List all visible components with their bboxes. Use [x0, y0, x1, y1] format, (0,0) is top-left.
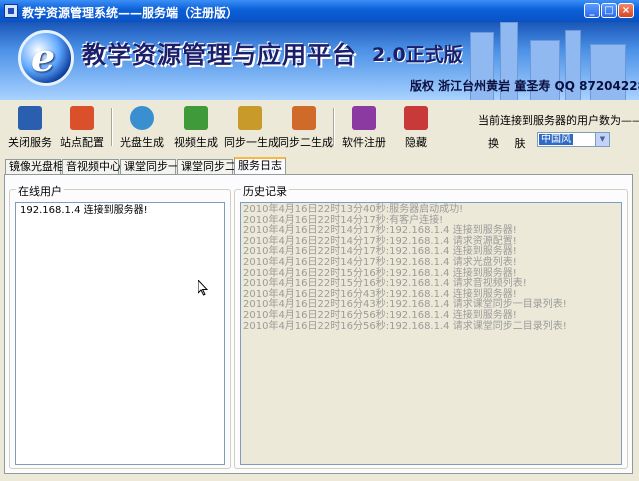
banner-title: 教学资源管理与应用平台: [82, 41, 357, 69]
site-config-button[interactable]: 站点配置: [56, 106, 108, 150]
online-users-group: 在线用户 192.168.1.4 连接到服务器!: [9, 183, 231, 469]
register-button[interactable]: 软件注册: [338, 106, 390, 150]
list-item: 2010年4月16日22时14分17秒:192.168.1.4 请求光盘列表!: [243, 256, 517, 268]
list-item: 2010年4月16日22时16分56秒:192.168.1.4 连接到服务器!: [243, 309, 517, 321]
stop-service-button[interactable]: 关闭服务: [4, 106, 56, 150]
tab-mirror-disc[interactable]: 镜像光盘柜: [5, 159, 64, 174]
app-icon[interactable]: [4, 4, 18, 18]
banner-version: 2.0正式版: [372, 44, 463, 66]
mouse-cursor-icon: [198, 280, 208, 296]
history-log-list[interactable]: 2010年4月16日22时13分40秒:服务器启动成功! 2010年4月16日2…: [240, 202, 622, 465]
sync1-icon: [238, 106, 262, 130]
chevron-down-icon[interactable]: ▼: [595, 133, 609, 146]
list-item: 2010年4月16日22时16分56秒:192.168.1.4 请求课堂同步二目…: [243, 320, 567, 332]
video-generate-button[interactable]: 视频生成: [170, 106, 222, 150]
site-config-icon: [70, 106, 94, 130]
history-title: 历史记录: [241, 183, 289, 199]
skin-selected-value: 中国风: [539, 134, 573, 145]
tab-service-log[interactable]: 服务日志: [234, 157, 286, 175]
tab-class-sync-2[interactable]: 课堂同步二: [177, 159, 236, 174]
history-group: 历史记录 2010年4月16日22时13分40秒:服务器启动成功! 2010年4…: [234, 183, 628, 469]
toolbar-separator: [333, 108, 335, 146]
video-icon: [184, 106, 208, 130]
ie-logo-icon: e: [18, 30, 74, 86]
service-log-panel: 在线用户 192.168.1.4 连接到服务器! 历史记录 2010年4月16日…: [4, 174, 633, 474]
skin-select[interactable]: 中国风 ▼: [537, 132, 610, 147]
list-item: 2010年4月16日22时13分40秒:服务器启动成功!: [243, 204, 464, 215]
minimize-button[interactable]: _: [584, 3, 600, 18]
tab-class-sync-1[interactable]: 课堂同步一: [120, 159, 179, 174]
skin-label: 换 肤: [488, 137, 532, 150]
sync2-generate-button[interactable]: 同步二生成: [278, 106, 333, 150]
online-users-title: 在线用户: [16, 183, 64, 199]
online-users-list[interactable]: 192.168.1.4 连接到服务器!: [15, 202, 225, 465]
sync2-icon: [292, 106, 316, 130]
hide-button[interactable]: 隐藏: [390, 106, 442, 150]
maximize-button[interactable]: □: [601, 3, 617, 18]
tab-av-center[interactable]: 音视频中心: [62, 159, 121, 174]
online-user-count: 当前连接到服务器的用户数为——1: [478, 114, 639, 127]
disc-generate-button[interactable]: 光盘生成: [116, 106, 168, 150]
banner: e 教学资源管理与应用平台 2.0正式版 版权 浙江台州黄岩 童圣寿 QQ 87…: [0, 22, 639, 100]
toolbar-separator: [111, 108, 113, 146]
stop-service-icon: [18, 106, 42, 130]
close-button[interactable]: ×: [618, 3, 634, 18]
hide-icon: [404, 106, 428, 130]
disc-icon: [130, 106, 154, 130]
register-icon: [352, 106, 376, 130]
window-title: 教学资源管理系统——服务端（注册版）: [22, 6, 239, 20]
sync1-generate-button[interactable]: 同步一生成: [224, 106, 279, 150]
banner-copyright: 版权 浙江台州黄岩 童圣寿 QQ 87204228: [410, 79, 639, 93]
title-bar: 教学资源管理系统——服务端（注册版） _ □ ×: [0, 0, 639, 22]
list-item[interactable]: 192.168.1.4 连接到服务器!: [16, 203, 224, 219]
